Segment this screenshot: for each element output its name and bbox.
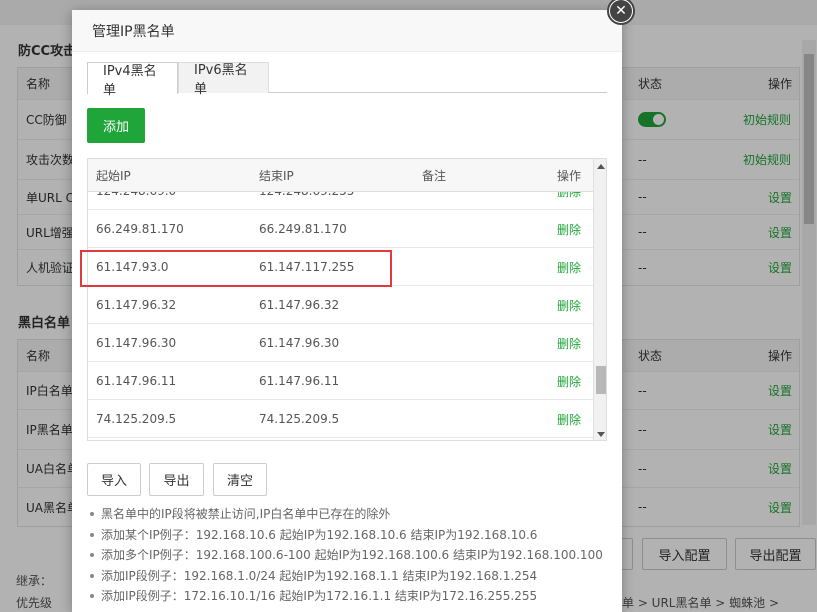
ip-table-body: 124.248.69.0 124.248.69.255 删除 66.249.81… bbox=[88, 192, 593, 440]
clear-button[interactable]: 清空 bbox=[213, 463, 267, 496]
start-ip: 66.249.81.170 bbox=[96, 222, 184, 236]
note-item: 添加多个IP例子：192.168.100.6-100 起始IP为192.168.… bbox=[87, 545, 617, 566]
header-note: 备注 bbox=[422, 169, 447, 183]
add-button[interactable]: 添加 bbox=[87, 108, 145, 143]
end-ip: 61.147.96.32 bbox=[259, 298, 340, 312]
table-scrollbar[interactable] bbox=[593, 159, 606, 440]
note-item: 添加某个IP例子：192.168.10.6 起始IP为192.168.10.6 … bbox=[87, 525, 617, 546]
note-item: 黑名单中的IP段将被禁止访问,IP白名单中已存在的除外 bbox=[87, 504, 617, 525]
end-ip: 74.125.209.5 bbox=[259, 412, 340, 426]
dialog-title: 管理IP黑名单 bbox=[72, 10, 622, 52]
help-notes: 黑名单中的IP段将被禁止访问,IP白名单中已存在的除外 添加某个IP例子：192… bbox=[87, 504, 617, 607]
end-ip: 66.249.81.170 bbox=[259, 222, 347, 236]
delete-link[interactable]: 删除 bbox=[557, 362, 581, 400]
delete-link[interactable]: 删除 bbox=[557, 210, 581, 248]
table-scrollbar-thumb[interactable] bbox=[596, 366, 606, 394]
tab-ipv4[interactable]: IPv4黑名单 bbox=[87, 62, 178, 98]
start-ip: 74.125.209.5 bbox=[96, 412, 177, 426]
end-ip: 61.147.96.30 bbox=[259, 336, 340, 350]
start-ip: 61.147.96.32 bbox=[96, 298, 177, 312]
start-ip: 61.147.96.30 bbox=[96, 336, 177, 350]
table-row: 124.248.69.0 124.248.69.255 删除 bbox=[88, 192, 593, 210]
delete-link[interactable]: 删除 bbox=[557, 400, 581, 438]
header-action: 操作 bbox=[557, 169, 582, 183]
ip-table: 起始IP 结束IP 备注 操作 124.248.69.0 124.248.69.… bbox=[87, 158, 607, 441]
end-ip: 124.248.69.255 bbox=[259, 192, 354, 210]
header-end-ip: 结束IP bbox=[259, 169, 294, 183]
scroll-up-icon[interactable] bbox=[597, 164, 605, 169]
highlight-box bbox=[80, 250, 392, 287]
note-item: 添加IP段例子：172.16.10.1/16 起始IP为172.16.1.1 结… bbox=[87, 586, 617, 607]
scroll-down-icon[interactable] bbox=[597, 432, 605, 437]
table-row: 61.147.96.32 61.147.96.32 删除 bbox=[88, 286, 593, 324]
note-item: 添加IP段例子：192.168.1.0/24 起始IP为192.168.1.1 … bbox=[87, 566, 617, 587]
end-ip: 61.147.96.11 bbox=[259, 374, 340, 388]
table-row: 74.125.209.5 74.125.209.5 删除 bbox=[88, 400, 593, 438]
table-row: 66.249.81.170 66.249.81.170 删除 bbox=[88, 210, 593, 248]
delete-link[interactable]: 删除 bbox=[557, 248, 581, 286]
table-row: 61.147.96.11 61.147.96.11 删除 bbox=[88, 362, 593, 400]
delete-link[interactable]: 删除 bbox=[557, 286, 581, 324]
export-button[interactable]: 导出 bbox=[149, 463, 204, 496]
header-start-ip: 起始IP bbox=[96, 169, 131, 183]
tab-bar: IPv4黑名单 IPv6黑名单 bbox=[87, 62, 607, 98]
ip-blacklist-dialog: 管理IP黑名单 IPv4黑名单 IPv6黑名单 添加 起始IP 结束IP 备注 … bbox=[72, 10, 622, 612]
delete-link[interactable]: 删除 bbox=[557, 324, 581, 362]
close-icon[interactable]: ✕ bbox=[610, 0, 632, 22]
delete-link[interactable]: 删除 bbox=[557, 192, 581, 210]
start-ip: 124.248.69.0 bbox=[96, 192, 176, 210]
table-row: 61.147.96.30 61.147.96.30 删除 bbox=[88, 324, 593, 362]
start-ip: 61.147.96.11 bbox=[96, 374, 177, 388]
ip-table-header: 起始IP 结束IP 备注 操作 bbox=[88, 159, 593, 192]
tab-ipv6[interactable]: IPv6黑名单 bbox=[178, 62, 269, 97]
import-button[interactable]: 导入 bbox=[87, 463, 141, 496]
